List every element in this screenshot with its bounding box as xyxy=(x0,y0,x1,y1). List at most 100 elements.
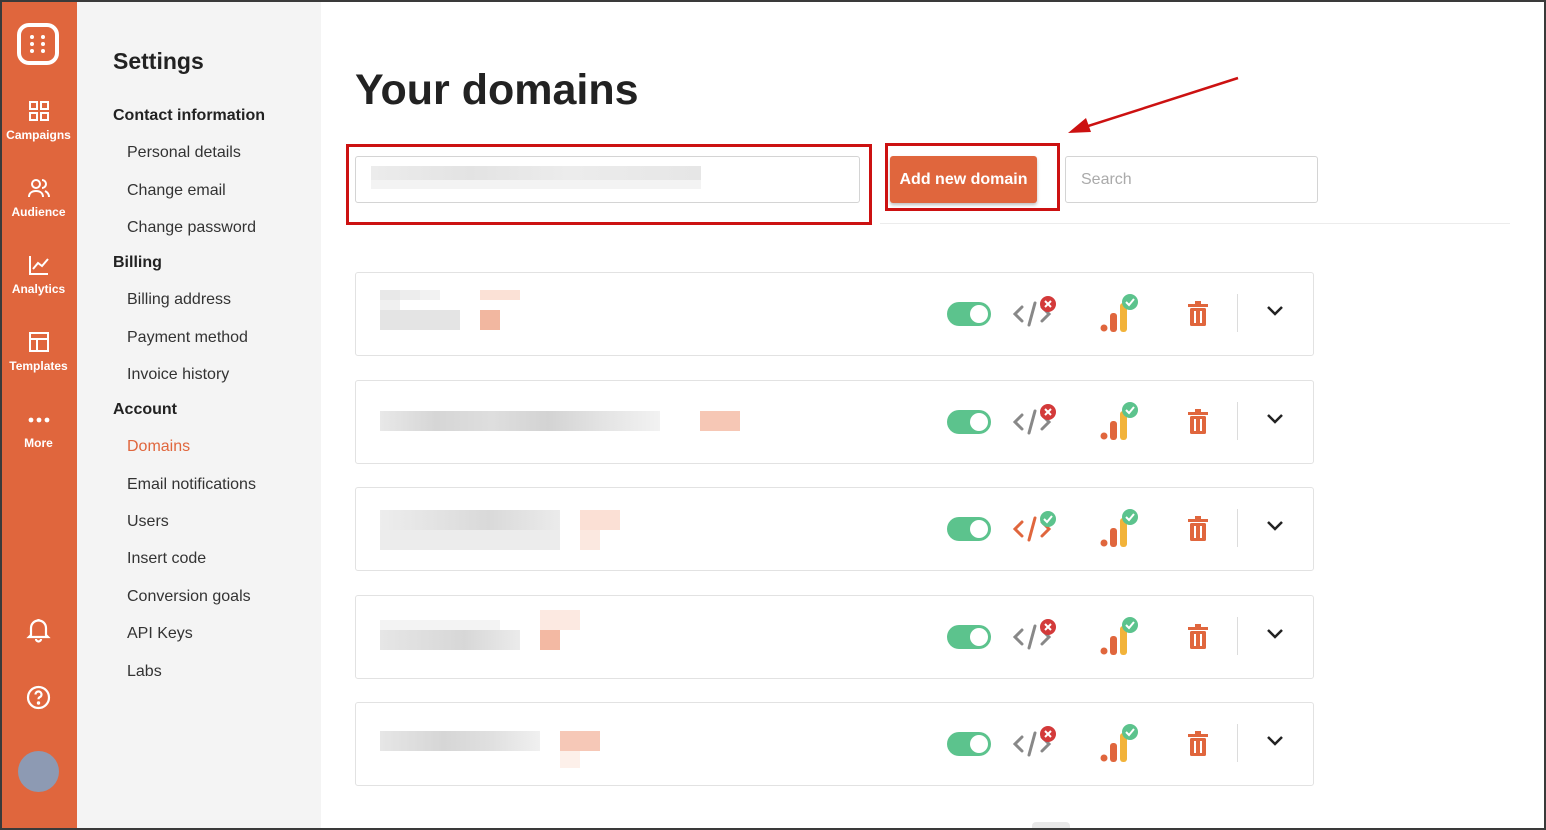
redacted-pixel xyxy=(380,620,500,630)
domain-enabled-toggle[interactable] xyxy=(947,302,991,326)
sidebar-item-insert-code[interactable]: Insert code xyxy=(127,550,206,568)
redacted-pixel xyxy=(480,310,500,330)
section-contact-information: Contact information xyxy=(113,107,265,124)
trash-icon[interactable] xyxy=(1187,624,1209,650)
sidebar-item-email-notifications[interactable]: Email notifications xyxy=(127,476,256,494)
trash-icon[interactable] xyxy=(1187,731,1209,757)
code-error-icon[interactable] xyxy=(1013,725,1059,761)
sidebar-item-change-password[interactable]: Change password xyxy=(127,219,256,237)
avatar[interactable] xyxy=(18,751,59,792)
code-error-icon[interactable] xyxy=(1013,618,1059,654)
redacted-pixel xyxy=(580,510,620,530)
sidebar-item-billing-address[interactable]: Billing address xyxy=(127,291,231,309)
redacted-pixel xyxy=(420,290,440,300)
sidebar-item-users[interactable]: Users xyxy=(127,513,169,531)
code-error-icon[interactable] xyxy=(1013,403,1059,439)
domain-enabled-toggle[interactable] xyxy=(947,517,991,541)
nav-analytics-label: Analytics xyxy=(11,282,66,296)
nav-campaigns[interactable]: Campaigns xyxy=(0,100,77,142)
help-icon[interactable] xyxy=(26,685,51,710)
nav-audience-label: Audience xyxy=(11,205,66,219)
chevron-down-icon[interactable] xyxy=(1266,413,1284,425)
redacted-pixel xyxy=(540,610,580,630)
analytics-ok-icon[interactable] xyxy=(1098,401,1144,441)
redacted-pixel xyxy=(580,530,600,550)
redacted-pixel xyxy=(380,510,560,530)
domain-row xyxy=(355,487,1314,571)
settings-title: Settings xyxy=(113,48,204,74)
grid-icon xyxy=(28,101,49,121)
section-billing: Billing xyxy=(113,254,162,271)
redacted-pixel xyxy=(380,290,400,300)
row-divider xyxy=(1237,724,1238,762)
redacted-pixel xyxy=(380,731,540,751)
nav-templates-label: Templates xyxy=(9,359,68,373)
redacted-pixel xyxy=(380,530,560,550)
sidebar-item-invoice-history[interactable]: Invoice history xyxy=(127,366,229,384)
sidebar-item-change-email[interactable]: Change email xyxy=(127,182,226,200)
code-error-icon[interactable] xyxy=(1013,295,1059,331)
dots-icon xyxy=(28,417,49,423)
analytics-ok-icon[interactable] xyxy=(1098,508,1144,548)
nav-templates[interactable]: Templates xyxy=(0,331,77,373)
sidebar-item-domains[interactable]: Domains xyxy=(127,438,190,456)
domain-row xyxy=(355,272,1314,356)
scrollbar-handle[interactable] xyxy=(1032,822,1070,830)
sidebar-item-labs[interactable]: Labs xyxy=(127,663,162,681)
chevron-down-icon[interactable] xyxy=(1266,305,1284,317)
chevron-down-icon[interactable] xyxy=(1266,628,1284,640)
row-divider xyxy=(1237,294,1238,332)
sidebar-item-payment-method[interactable]: Payment method xyxy=(127,329,248,347)
app-logo-icon[interactable] xyxy=(17,23,59,65)
nav-analytics[interactable]: Analytics xyxy=(0,254,77,296)
redacted-pixel xyxy=(380,300,400,310)
nav-more-label: More xyxy=(24,436,53,450)
sidebar-item-api-keys[interactable]: API Keys xyxy=(127,625,193,643)
analytics-ok-icon[interactable] xyxy=(1098,723,1144,763)
domain-enabled-toggle[interactable] xyxy=(947,410,991,434)
trash-icon[interactable] xyxy=(1187,516,1209,542)
nav-more[interactable]: More xyxy=(0,410,77,450)
domain-row xyxy=(355,595,1314,679)
layout-icon xyxy=(28,332,49,352)
redacted-pixel xyxy=(540,630,560,650)
bell-icon[interactable] xyxy=(26,617,51,643)
page-title: Your domains xyxy=(355,66,639,114)
chevron-down-icon[interactable] xyxy=(1266,520,1284,532)
redacted-pixel xyxy=(380,630,520,650)
redacted-pixel xyxy=(480,290,520,300)
trash-icon[interactable] xyxy=(1187,409,1209,435)
domain-enabled-toggle[interactable] xyxy=(947,625,991,649)
sidebar-item-personal-details[interactable]: Personal details xyxy=(127,144,241,162)
analytics-ok-icon[interactable] xyxy=(1098,293,1144,333)
left-rail: Campaigns Audience Analytics Templates M… xyxy=(0,0,77,830)
domain-enabled-toggle[interactable] xyxy=(947,732,991,756)
trash-icon[interactable] xyxy=(1187,301,1209,327)
annotation-arrow-icon xyxy=(1068,76,1239,133)
row-divider xyxy=(1237,402,1238,440)
chart-line-icon xyxy=(28,256,49,275)
code-ok-icon[interactable] xyxy=(1013,510,1059,546)
chevron-down-icon[interactable] xyxy=(1266,735,1284,747)
users-icon xyxy=(27,179,50,198)
section-account: Account xyxy=(113,401,177,418)
annotation-box-button xyxy=(885,143,1060,211)
sidebar-item-conversion-goals[interactable]: Conversion goals xyxy=(127,588,251,606)
domain-row xyxy=(355,380,1314,464)
nav-campaigns-label: Campaigns xyxy=(6,128,71,142)
redacted-pixel xyxy=(560,751,580,768)
redacted-pixel xyxy=(380,411,660,431)
nav-audience[interactable]: Audience xyxy=(0,177,77,219)
redacted-pixel xyxy=(560,731,600,751)
divider xyxy=(880,223,1510,224)
search-input[interactable] xyxy=(1065,156,1318,203)
domain-row xyxy=(355,702,1314,786)
annotation-box-input xyxy=(346,144,872,225)
settings-sidebar: Settings Contact information Personal de… xyxy=(77,0,321,830)
row-divider xyxy=(1237,617,1238,655)
redacted-pixel xyxy=(380,310,460,330)
row-divider xyxy=(1237,509,1238,547)
redacted-pixel xyxy=(700,411,740,431)
redacted-pixel xyxy=(400,290,420,300)
analytics-ok-icon[interactable] xyxy=(1098,616,1144,656)
